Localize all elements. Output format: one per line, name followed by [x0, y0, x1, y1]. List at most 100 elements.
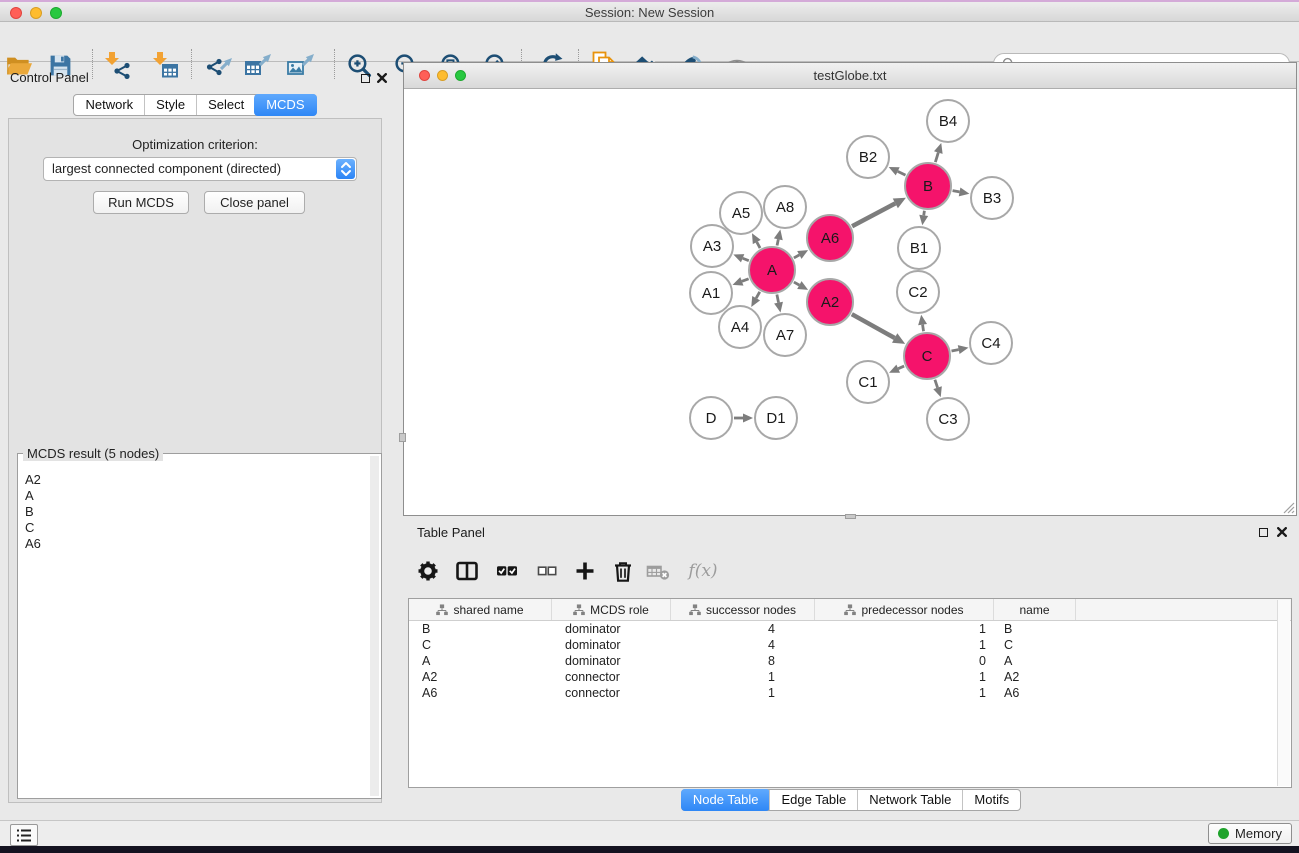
graph-node-B2[interactable]: B2	[847, 136, 889, 178]
graph-node-D[interactable]: D	[690, 397, 732, 439]
column-header-shared-name[interactable]: shared name	[409, 599, 552, 620]
column-header-successor-nodes[interactable]: successor nodes	[671, 599, 815, 620]
tab-node-table[interactable]: Node Table	[681, 789, 771, 811]
graph-node-A3[interactable]: A3	[691, 225, 733, 267]
table-row[interactable]: Bdominator41B	[409, 621, 1291, 637]
tab-edge-table[interactable]: Edge Table	[769, 790, 857, 810]
control-panel-float-button[interactable]	[358, 71, 372, 85]
delete-table-button[interactable]	[642, 555, 674, 587]
graph-edge-B-B2[interactable]	[898, 171, 906, 175]
graph-edge-A6-B[interactable]	[852, 203, 895, 226]
tab-select[interactable]: Select	[196, 95, 255, 115]
table-cell: 4	[671, 637, 815, 653]
graph-node-B4[interactable]: B4	[927, 100, 969, 142]
graph-edge-A-A3[interactable]	[743, 258, 749, 260]
graph-edge-A-A7[interactable]	[777, 295, 779, 303]
export-table-button[interactable]	[243, 49, 273, 81]
graph-node-A4[interactable]: A4	[719, 306, 761, 348]
mcds-result-item[interactable]: A	[25, 488, 369, 504]
graph-node-A8[interactable]: A8	[764, 186, 806, 228]
graph-node-C1[interactable]: C1	[847, 361, 889, 403]
function-builder-button[interactable]: f(x)	[683, 555, 723, 587]
import-table-button[interactable]	[150, 49, 180, 81]
table-row[interactable]: Adominator80A	[409, 653, 1291, 669]
graph-edge-A-A4[interactable]	[756, 292, 760, 298]
graph-node-A5[interactable]: A5	[720, 192, 762, 234]
graph-edge-C-C1[interactable]	[898, 366, 904, 369]
control-panel-close-button[interactable]	[375, 71, 389, 85]
tab-network[interactable]: Network	[74, 95, 144, 115]
task-history-button[interactable]	[10, 824, 38, 846]
graph-edge-arrowhead	[733, 277, 744, 285]
graph-edge-A-A2[interactable]	[794, 282, 799, 285]
close-panel-button[interactable]: Close panel	[204, 191, 305, 214]
window-left-resize-handle[interactable]	[399, 433, 406, 442]
export-network-button[interactable]	[204, 49, 234, 81]
graph-edge-B-B4[interactable]	[935, 153, 938, 163]
tab-motifs[interactable]: Motifs	[962, 790, 1020, 810]
node-label: A	[767, 262, 777, 279]
run-mcds-button[interactable]: Run MCDS	[93, 191, 189, 214]
delete-table-icon	[646, 559, 670, 583]
graph-edge-arrowhead	[743, 414, 753, 423]
table-scrollbar[interactable]	[1277, 600, 1290, 786]
table-row[interactable]: Cdominator41C	[409, 637, 1291, 653]
table-panel-close-button[interactable]	[1275, 525, 1289, 539]
sort-tree-icon	[436, 604, 448, 616]
mcds-result-item[interactable]: C	[25, 520, 369, 536]
mcds-result-scrollbar[interactable]	[370, 456, 379, 796]
mcds-result-list[interactable]: A2ABCA6	[20, 462, 369, 796]
graph-edge-C-C2[interactable]	[923, 325, 924, 332]
mcds-result-item[interactable]: A2	[25, 472, 369, 488]
optimization-criterion-select[interactable]: largest connected component (directed)	[43, 157, 357, 181]
column-header-name[interactable]: name	[994, 599, 1076, 620]
graph-node-B3[interactable]: B3	[971, 177, 1013, 219]
graph-node-B[interactable]: B	[905, 163, 951, 209]
graph-node-A7[interactable]: A7	[764, 314, 806, 356]
graph-edge-C-C3[interactable]	[935, 380, 938, 388]
table-options-button[interactable]	[412, 555, 444, 587]
graph-edge-A-A6[interactable]	[794, 255, 799, 258]
graph-node-A[interactable]: A	[749, 247, 795, 293]
graph-edge-A-A5[interactable]	[757, 242, 760, 248]
graph-edge-A-A8[interactable]	[777, 239, 778, 245]
tab-network-table[interactable]: Network Table	[857, 790, 962, 810]
graph-edge-B-B3[interactable]	[953, 191, 960, 192]
deselect-all-columns-button[interactable]	[531, 555, 563, 587]
column-header-predecessor-nodes[interactable]: predecessor nodes	[815, 599, 994, 620]
graph-node-A6[interactable]: A6	[807, 215, 853, 261]
mcds-result-item[interactable]: B	[25, 504, 369, 520]
graph-edge-A2-C[interactable]	[852, 314, 895, 338]
network-canvas[interactable]: A A1 A2 A3 A4 A5 A6 A7 A8 B B1 B2 B3B4 C C1 C2 C3C4 D D1	[404, 89, 1296, 515]
create-column-button[interactable]	[569, 555, 601, 587]
graph-node-C[interactable]: C	[904, 333, 950, 379]
graph-node-C2[interactable]: C2	[897, 271, 939, 313]
export-image-button[interactable]	[285, 49, 315, 81]
table-cell: connector	[552, 669, 671, 685]
graph-node-A2[interactable]: A2	[807, 279, 853, 325]
graph-edge-B-B1[interactable]	[924, 211, 925, 216]
graph-node-B1[interactable]: B1	[898, 227, 940, 269]
show-columns-button[interactable]	[451, 555, 483, 587]
table-panel-title: Table Panel	[417, 525, 485, 540]
resize-grip-icon[interactable]	[1281, 500, 1295, 514]
table-row[interactable]: A2connector11A2	[409, 669, 1291, 685]
graph-node-A1[interactable]: A1	[690, 272, 732, 314]
table-panel-float-button[interactable]	[1256, 525, 1270, 539]
graph-node-D1[interactable]: D1	[755, 397, 797, 439]
graph-edge-A-A1[interactable]	[742, 279, 749, 282]
graph-node-C4[interactable]: C4	[970, 322, 1012, 364]
import-network-button[interactable]	[102, 49, 132, 81]
graph-node-C3[interactable]: C3	[927, 398, 969, 440]
select-all-columns-button[interactable]	[491, 555, 523, 587]
tab-mcds[interactable]: MCDS	[254, 94, 316, 116]
tab-style[interactable]: Style	[144, 95, 196, 115]
memory-button[interactable]: Memory	[1208, 823, 1292, 844]
window-bottom-resize-handle[interactable]	[845, 514, 856, 519]
table-row[interactable]: A6connector11A6	[409, 685, 1291, 701]
delete-column-button[interactable]	[607, 555, 639, 587]
graph-edge-C-C4[interactable]	[951, 350, 958, 351]
table-cell: dominator	[552, 637, 671, 653]
column-header-mcds-role[interactable]: MCDS role	[552, 599, 671, 620]
mcds-result-item[interactable]: A6	[25, 536, 369, 552]
